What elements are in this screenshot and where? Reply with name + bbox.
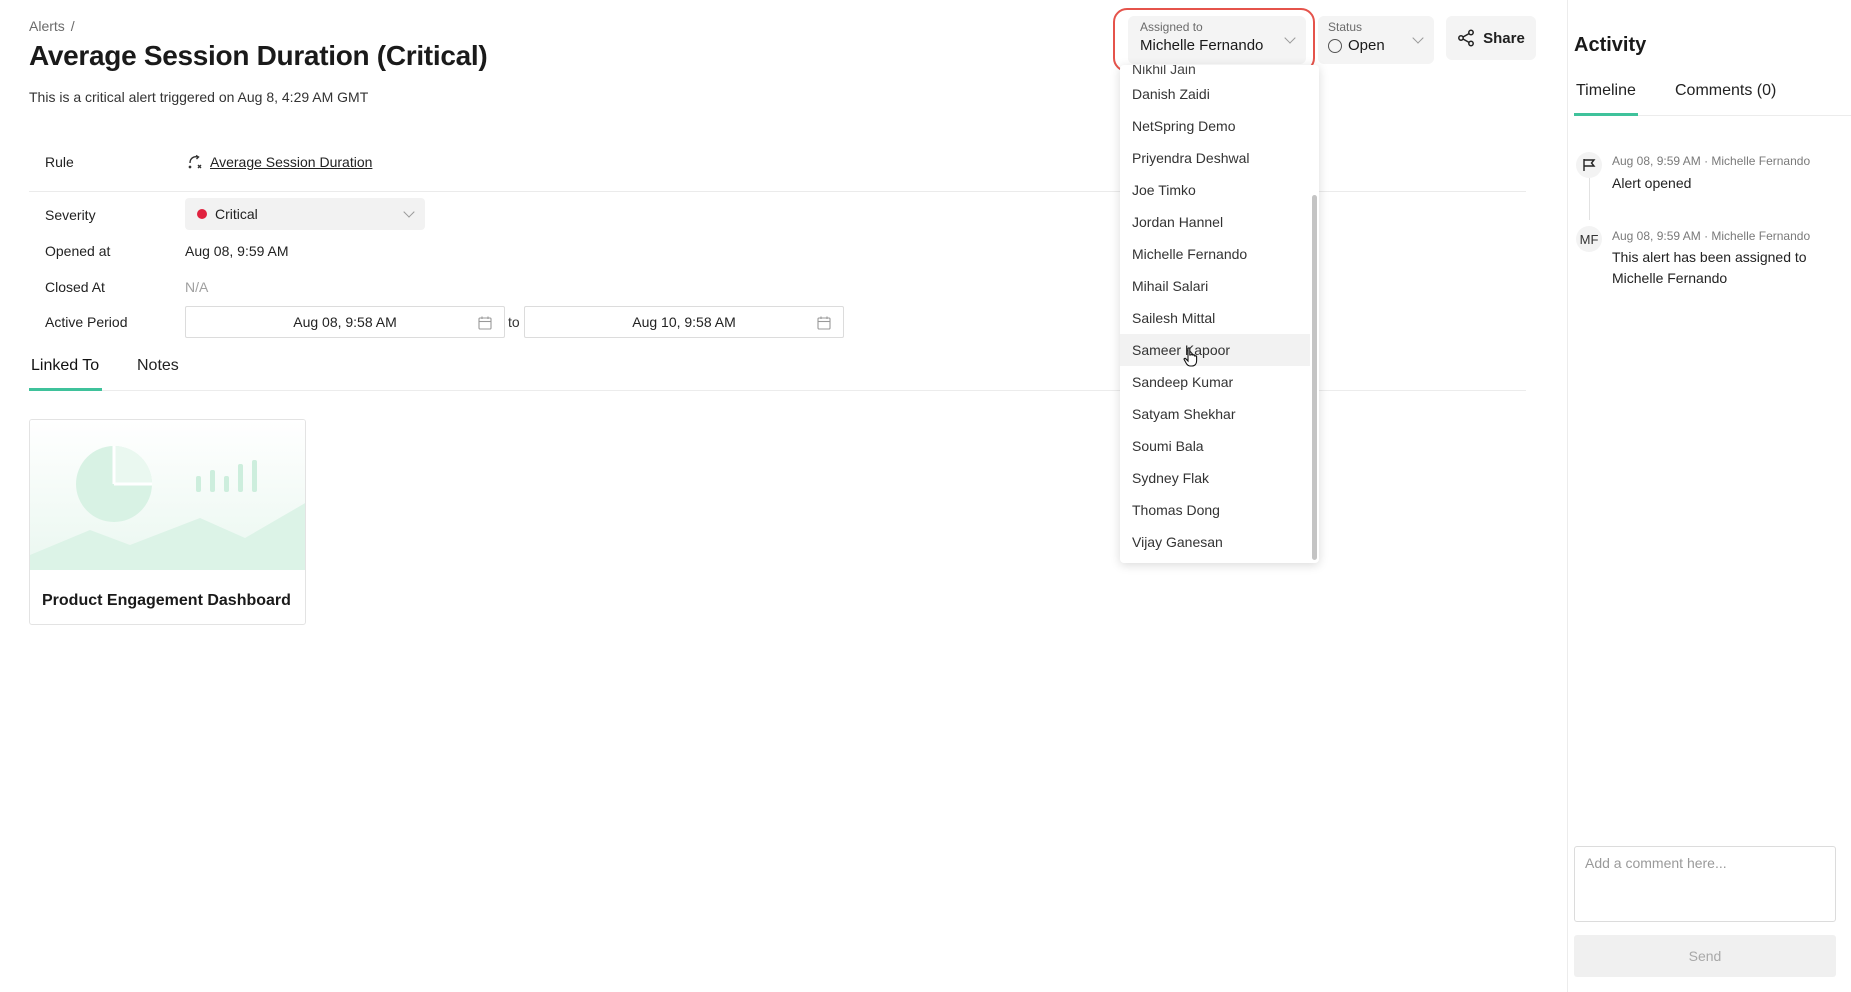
timeline-text: Alert opened [1612, 175, 1692, 191]
dropdown-option[interactable]: Sailesh Mittal [1120, 302, 1310, 334]
assignee-dropdown-menu: Nikhil Jain Danish Zaidi NetSpring Demo … [1120, 65, 1319, 563]
share-label: Share [1483, 29, 1525, 47]
timeline-meta: Aug 08, 9:59 AM · Michelle Fernando [1612, 229, 1811, 243]
breadcrumb-alerts-link[interactable]: Alerts [29, 18, 65, 34]
tab-linked-to[interactable]: Linked To [31, 357, 99, 375]
chevron-down-icon [403, 206, 415, 218]
closed-at-value: N/A [185, 279, 209, 295]
linked-dashboard-card[interactable]: Product Engagement Dashboard [29, 419, 306, 625]
dropdown-option-hovered[interactable]: Sameer Kapoor [1120, 334, 1310, 366]
page-title: Average Session Duration (Critical) [29, 40, 488, 71]
severity-label: Severity [45, 207, 96, 223]
dropdown-scrollbar[interactable] [1312, 195, 1317, 560]
assigned-to-highlight [1113, 8, 1315, 72]
status-select[interactable]: Status Open [1318, 16, 1434, 64]
dropdown-option[interactable]: Michelle Fernando [1120, 238, 1310, 270]
hand-cursor-icon [1183, 347, 1198, 367]
status-caption: Status [1328, 20, 1363, 34]
timeline-meta: Aug 08, 9:59 AM · Michelle Fernando [1612, 154, 1811, 168]
dropdown-option[interactable]: Sydney Flak [1120, 462, 1310, 494]
calendar-icon [478, 316, 492, 330]
share-icon [1458, 29, 1475, 47]
tab-comments[interactable]: Comments (0) [1675, 82, 1776, 100]
calendar-icon [817, 316, 831, 330]
share-button[interactable]: Share [1446, 16, 1536, 60]
page-subtitle: This is a critical alert triggered on Au… [29, 89, 369, 105]
rule-label: Rule [45, 154, 74, 170]
period-end-value: Aug 10, 9:58 AM [632, 314, 736, 330]
status-value: Open [1348, 37, 1385, 54]
severity-value: Critical [215, 206, 258, 222]
dropdown-option[interactable]: Mihail Salari [1120, 270, 1310, 302]
status-open-icon [1328, 38, 1342, 53]
dropdown-option[interactable]: Priyendra Deshwal [1120, 142, 1310, 174]
dropdown-option[interactable]: NetSpring Demo [1120, 110, 1310, 142]
avatar: MF [1576, 226, 1602, 252]
rule-link-text: Average Session Duration [210, 154, 373, 170]
period-to-label: to [508, 314, 520, 330]
dropdown-option-partial[interactable]: Nikhil Jain [1132, 65, 1196, 77]
rule-icon [188, 154, 202, 169]
dropdown-option[interactable]: Danish Zaidi [1120, 78, 1310, 110]
period-end-input[interactable]: Aug 10, 9:58 AM [524, 306, 844, 338]
opened-at-value: Aug 08, 9:59 AM [185, 243, 289, 259]
dropdown-option[interactable]: Satyam Shekhar [1120, 398, 1310, 430]
activity-sidebar [1567, 0, 1851, 992]
dropdown-option[interactable]: Jordan Hannel [1120, 206, 1310, 238]
closed-at-label: Closed At [45, 279, 105, 295]
dropdown-option[interactable]: Thomas Dong [1120, 494, 1310, 526]
comment-input[interactable] [1574, 846, 1836, 922]
active-period-label: Active Period [45, 314, 128, 330]
critical-dot-icon [197, 209, 207, 219]
tab-timeline[interactable]: Timeline [1576, 82, 1636, 100]
flag-icon [1583, 159, 1596, 171]
dropdown-option[interactable]: Sandeep Kumar [1120, 366, 1310, 398]
breadcrumb: Alerts / [29, 18, 75, 34]
rule-link[interactable]: Average Session Duration [186, 153, 372, 171]
timeline-text: This alert has been assigned to Michelle… [1612, 249, 1807, 286]
breadcrumb-separator: / [70, 18, 75, 34]
period-start-input[interactable]: Aug 08, 9:58 AM [185, 306, 505, 338]
sidebar-tab-underline [1574, 113, 1638, 116]
dropdown-option[interactable]: Vijay Ganesan [1120, 526, 1310, 558]
dropdown-option[interactable]: Soumi Bala [1120, 430, 1310, 462]
timeline-connector [1589, 178, 1590, 220]
timeline-event-icon [1576, 152, 1602, 178]
activity-title: Activity [1574, 34, 1647, 56]
send-button[interactable]: Send [1574, 935, 1836, 977]
opened-at-label: Opened at [45, 243, 111, 259]
tab-notes[interactable]: Notes [137, 357, 179, 375]
main-panel: Alerts / Average Session Duration (Critic… [0, 0, 1567, 992]
tab-active-underline [29, 388, 102, 391]
severity-select[interactable]: Critical [185, 198, 425, 230]
linked-card-title: Product Engagement Dashboard [42, 592, 291, 609]
dashboard-thumbnail [30, 420, 305, 570]
period-start-value: Aug 08, 9:58 AM [293, 314, 397, 330]
dropdown-option[interactable]: Joe Timko [1120, 174, 1310, 206]
